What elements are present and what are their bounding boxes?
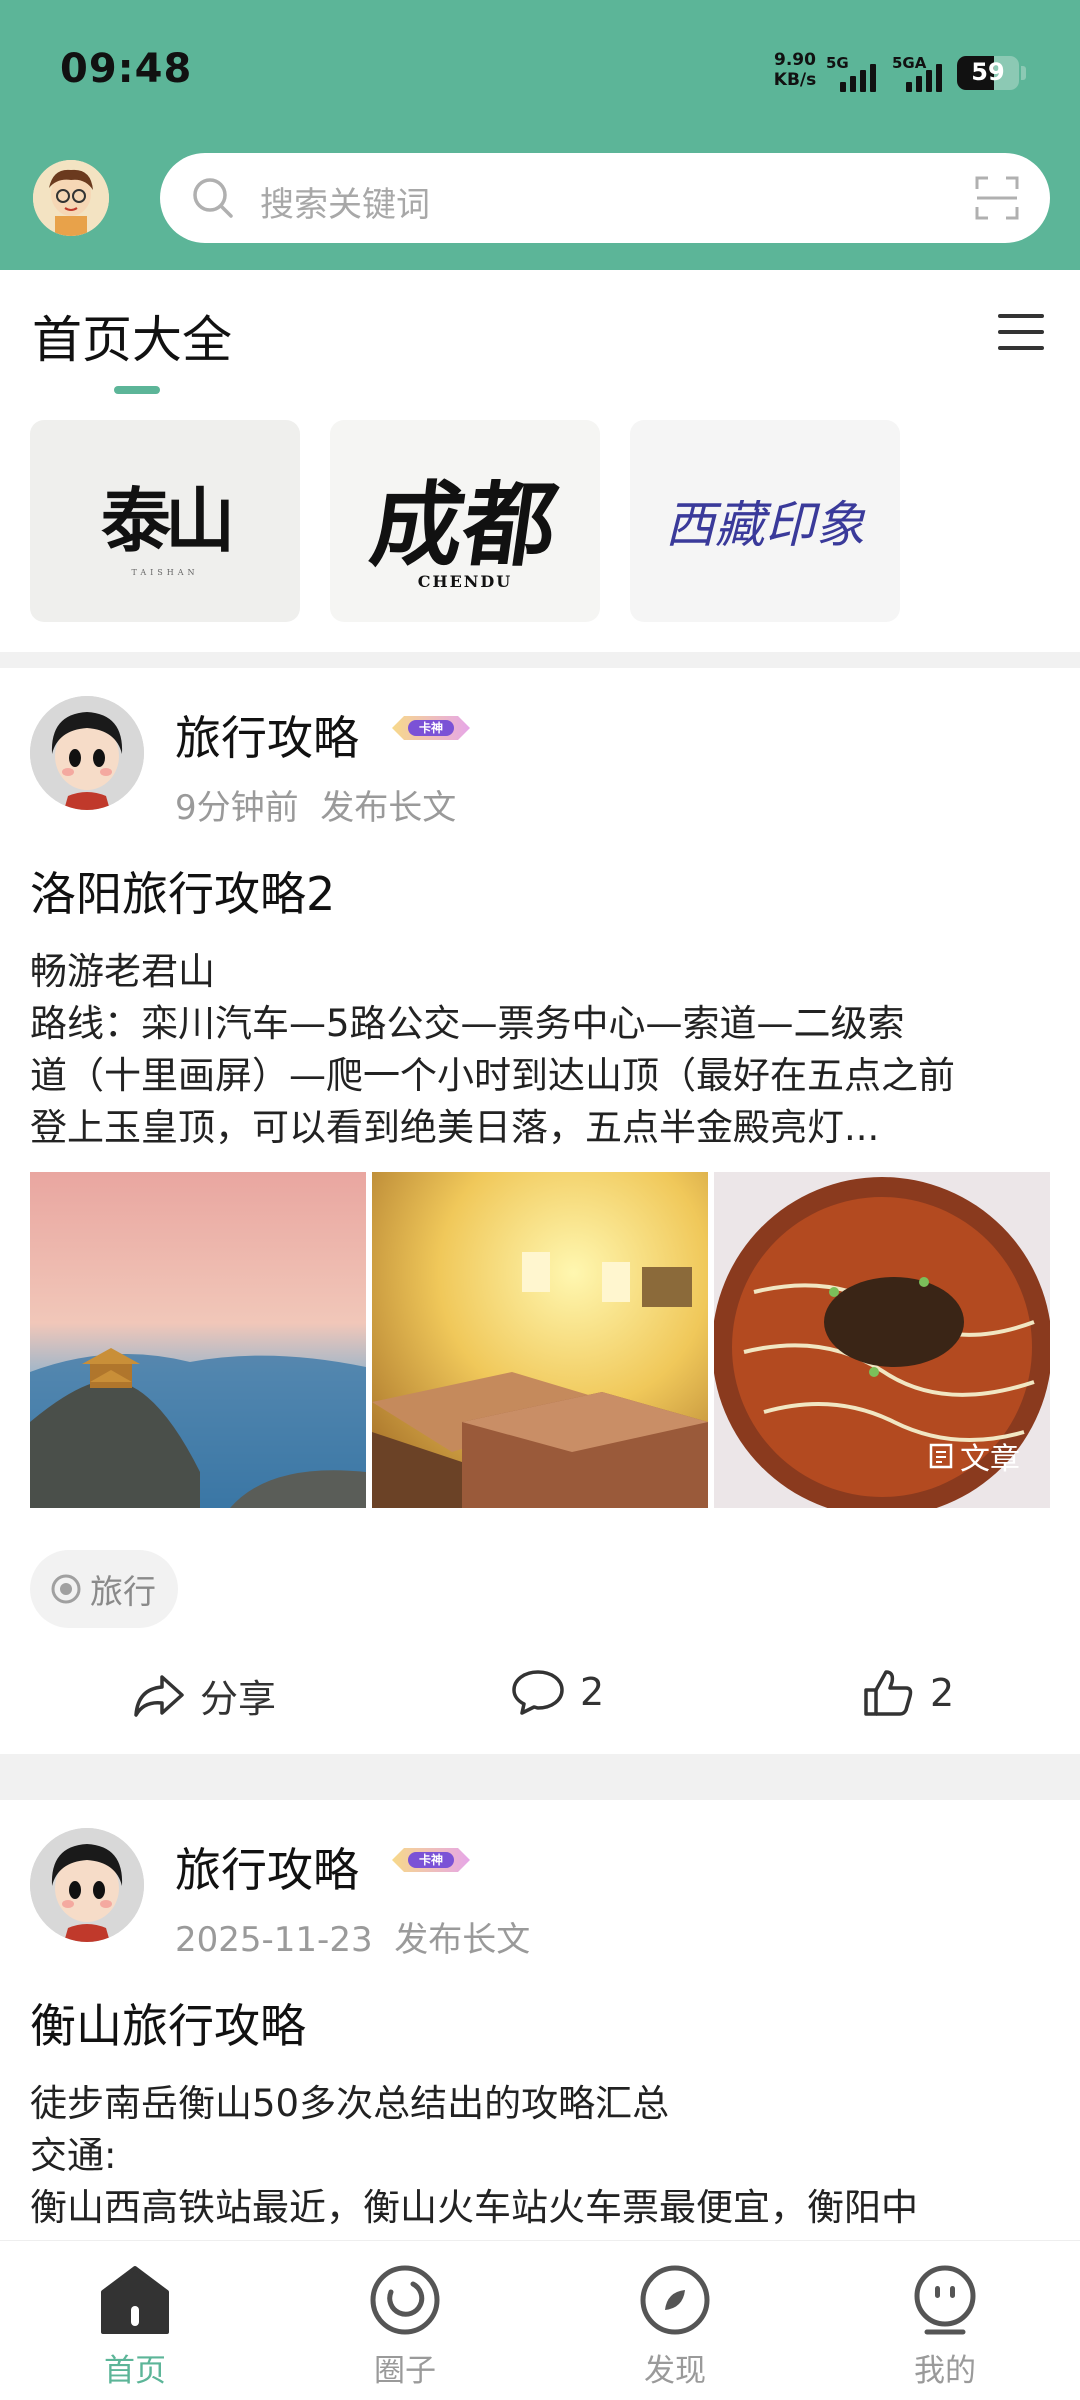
section-divider <box>0 652 1080 668</box>
post-images: 文章 <box>30 1172 1050 1508</box>
circle-icon <box>335 2255 475 2345</box>
nav-home-label: 首页 <box>104 2353 166 2389</box>
post-divider <box>0 1754 1080 1800</box>
home-icon <box>65 2255 205 2345</box>
comment-icon <box>512 1670 564 1715</box>
nav-circle-label: 圈子 <box>374 2353 436 2389</box>
battery-level: 59 <box>971 58 1005 86</box>
section-title-indicator <box>114 386 160 394</box>
status-time: 09:48 <box>60 46 193 92</box>
comment-count: 2 <box>580 1670 605 1714</box>
battery-tip <box>1021 66 1026 80</box>
status-bar: 09:48 9.90 KB/s 5G 5GA 59 <box>0 0 1080 140</box>
post-body-line: 道（十里画屏）—爬一个小时到达山顶（最好在五点之前 <box>30 1054 955 1097</box>
topic-tag[interactable]: 旅行 <box>30 1550 178 1628</box>
battery-icon: 59 <box>957 56 1019 90</box>
section-title: 首页大全 <box>32 311 232 369</box>
card-xizang[interactable]: 西藏印象 <box>630 420 900 622</box>
post-time: 2025-11-23 <box>175 1920 373 1960</box>
post-body-line: 徒步南岳衡山50多次总结出的攻略汇总 <box>30 2082 670 2125</box>
network-speed-value: 9.90 <box>774 50 816 70</box>
post-body-line: 登上玉皇顶，可以看到绝美日落，五点半金殿亮灯... <box>30 1106 880 1149</box>
card-chengdu[interactable]: 成都 CHENDU <box>330 420 600 622</box>
author-name[interactable]: 旅行攻略 <box>175 1834 359 1900</box>
post-title[interactable]: 洛阳旅行攻略2 <box>30 858 335 924</box>
user-avatar[interactable] <box>33 160 109 236</box>
nav-profile[interactable]: 我的 <box>875 2255 1015 2390</box>
author-badge: 卡神 <box>386 1842 476 1878</box>
post-body-line: 衡山西高铁站最近，衡山火车站火车票最便宜，衡阳中 <box>30 2186 918 2229</box>
post-meta: 2025-11-23 发布长文 <box>175 1912 530 1961</box>
post-meta: 9分钟前 发布长文 <box>175 780 456 829</box>
post-image-mountain[interactable] <box>30 1172 366 1508</box>
share-icon <box>134 1674 184 1717</box>
article-icon <box>929 1443 953 1469</box>
author-badge: 卡神 <box>386 710 476 746</box>
scan-icon[interactable] <box>974 175 1020 225</box>
network-speed: 9.90 KB/s <box>762 50 828 90</box>
card-taishan-sub: TAISHAN <box>131 568 199 577</box>
post-card[interactable]: 旅行攻略 卡神 2025-11-23 发布长文 衡山旅行攻略 徒步南岳衡山50多… <box>0 1800 1080 2240</box>
header: 09:48 9.90 KB/s 5G 5GA 59 搜索关键词 <box>0 0 1080 270</box>
like-icon <box>864 1670 913 1716</box>
post-title[interactable]: 衡山旅行攻略 <box>30 1990 306 2056</box>
menu-icon[interactable] <box>998 312 1044 356</box>
share-label: 分享 <box>200 1677 277 1721</box>
like-count: 2 <box>930 1671 955 1715</box>
profile-icon <box>875 2255 1015 2345</box>
article-badge: 文章 <box>928 1434 1020 1478</box>
tag-icon <box>51 1574 81 1604</box>
nav-discover-label: 发现 <box>644 2353 706 2389</box>
post-body[interactable]: 徒步南岳衡山50多次总结出的攻略汇总 交通: 衡山西高铁站最近，衡山火车站火车票… <box>30 2078 1050 2234</box>
search-bar[interactable]: 搜索关键词 <box>160 153 1050 243</box>
network-speed-unit: KB/s <box>773 70 817 90</box>
post-body-line: 交通: <box>30 2134 117 2177</box>
author-avatar[interactable] <box>30 696 144 810</box>
like-button[interactable]: 2 <box>862 1668 954 1718</box>
post-body-line: 路线：栾川汽车—5路公交—票务中心—索道—二级索 <box>30 1002 905 1045</box>
topic-tag-label: 旅行 <box>90 1572 156 1611</box>
author-badge-text: 卡神 <box>418 1853 443 1867</box>
card-taishan-title: 泰山 <box>101 479 235 562</box>
post-body[interactable]: 畅游老君山 路线：栾川汽车—5路公交—票务中心—索道—二级索 道（十里画屏）—爬… <box>30 946 1050 1154</box>
author-name[interactable]: 旅行攻略 <box>175 702 359 768</box>
post-body-line: 畅游老君山 <box>30 950 215 993</box>
post-image-hotel-room[interactable] <box>372 1172 708 1508</box>
category-cards: 泰山 TAISHAN 成都 CHENDU 西藏印象 <box>30 420 900 622</box>
nav-home[interactable]: 首页 <box>65 2255 205 2390</box>
author-badge-text: 卡神 <box>418 721 443 735</box>
article-badge-label: 文章 <box>960 1442 1020 1477</box>
author-avatar[interactable] <box>30 1828 144 1942</box>
post-image-noodles[interactable]: 文章 <box>714 1172 1050 1508</box>
nav-discover[interactable]: 发现 <box>605 2255 745 2390</box>
share-button[interactable]: 分享 <box>132 1668 276 1723</box>
post-card[interactable]: 旅行攻略 卡神 9分钟前 发布长文 洛阳旅行攻略2 畅游老君山 路线：栾川汽车—… <box>0 668 1080 1748</box>
post-time: 9分钟前 <box>175 788 299 828</box>
nav-profile-label: 我的 <box>914 2353 976 2389</box>
nav-circle[interactable]: 圈子 <box>335 2255 475 2390</box>
search-placeholder: 搜索关键词 <box>260 185 430 225</box>
card-chengdu-title: 成都 <box>364 471 564 579</box>
card-xizang-title: 西藏印象 <box>665 496 865 554</box>
comment-button[interactable]: 2 <box>510 1668 604 1716</box>
card-taishan[interactable]: 泰山 TAISHAN <box>30 420 300 622</box>
discover-icon <box>605 2255 745 2345</box>
post-action: 发布长文 <box>320 788 457 828</box>
post-action: 发布长文 <box>394 1920 531 1960</box>
search-icon <box>190 175 236 225</box>
bottom-nav: 首页 圈子 发现 我的 <box>0 2240 1080 2400</box>
